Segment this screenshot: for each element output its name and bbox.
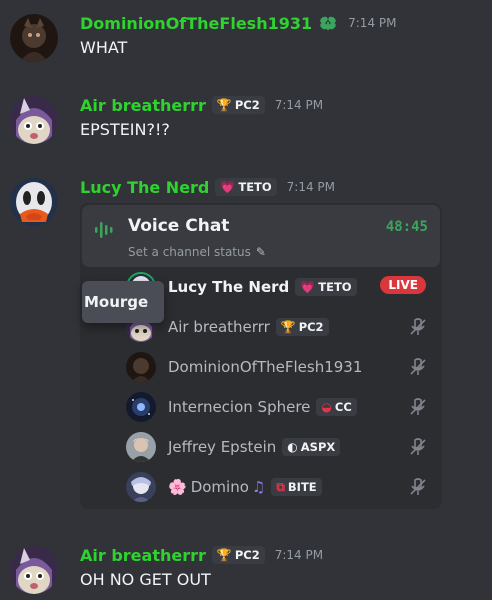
trophy-icon: 🏆: [216, 98, 232, 112]
voice-member[interactable]: Air breatherrr 🏆 PC2: [126, 311, 436, 343]
voice-member[interactable]: DominionOfTheFlesh1931: [126, 351, 436, 383]
member-avatar: [126, 472, 156, 502]
guild-tag-label: ASPX: [300, 440, 336, 454]
member-name: DominionOfTheFlesh1931: [168, 358, 363, 376]
guild-tag-label: TETO: [238, 180, 272, 194]
cherry-blossom-icon: 🌸: [168, 478, 187, 496]
timestamp: 7:14 PM: [348, 16, 397, 30]
timestamp: 7:14 PM: [274, 98, 324, 112]
avatar-dominion[interactable]: [10, 14, 58, 62]
guild-tag[interactable]: 🏆 PC2: [275, 318, 329, 336]
member-tooltip: Mourge: [82, 281, 164, 323]
username[interactable]: Lucy The Nerd: [80, 178, 209, 197]
member-name: Air breatherrr: [168, 318, 270, 336]
username[interactable]: Air breatherrr: [80, 546, 206, 565]
guild-tag-label: PC2: [234, 98, 260, 112]
timestamp: 7:14 PM: [286, 180, 336, 194]
music-notes-icon: ♫: [251, 478, 266, 496]
username[interactable]: Air breatherrr: [80, 96, 206, 115]
member-name: 🌸 Domino ♫: [168, 478, 265, 496]
message-text: OH NO GET OUT: [80, 570, 211, 589]
guild-tag[interactable]: 🏆 PC2: [211, 546, 265, 564]
voice-member[interactable]: Lucy The Nerd 💗 TETO LIVE: [126, 271, 436, 303]
leaf-icon: [318, 13, 338, 33]
voice-member[interactable]: Internecion Sphere ◒ CC: [126, 391, 436, 423]
guild-tag[interactable]: ◐ ASPX: [282, 438, 341, 456]
trophy-icon: 🏆: [216, 548, 232, 562]
member-avatar: [126, 352, 156, 382]
voice-wave-icon: [94, 219, 118, 245]
member-name-text: Domino: [190, 478, 249, 496]
message-text: EPSTEIN?!?: [80, 120, 170, 139]
channel-status-placeholder: Set a channel status: [128, 245, 251, 259]
username[interactable]: DominionOfTheFlesh1931: [80, 14, 312, 33]
guild-tag-label: TETO: [318, 280, 352, 294]
red-ring-icon: ◒: [321, 400, 332, 414]
channel-status[interactable]: Set a channel status ✎: [128, 245, 266, 259]
muted-mic-icon: [408, 477, 428, 501]
avatar-air-breatherrr[interactable]: [10, 96, 58, 144]
avatar-air-breatherrr[interactable]: [10, 546, 58, 594]
live-badge[interactable]: LIVE: [380, 276, 426, 294]
guild-tag[interactable]: 💗 TETO: [295, 278, 357, 296]
guild-tag-label: PC2: [298, 320, 324, 334]
voice-member[interactable]: 🌸 Domino ♫ ⧉ BITE: [126, 471, 436, 503]
pencil-icon[interactable]: ✎: [256, 245, 266, 259]
voice-member[interactable]: Jeffrey Epstein ◐ ASPX: [126, 431, 436, 463]
guild-tag[interactable]: 💗 TETO: [215, 178, 277, 196]
guild-tag[interactable]: ⧉ BITE: [271, 478, 322, 496]
message-text: WHAT: [80, 38, 128, 57]
muted-mic-icon: [408, 317, 428, 341]
heart-icon: 💗: [300, 280, 316, 294]
member-name: Lucy The Nerd: [168, 278, 290, 296]
muted-mic-icon: [408, 397, 428, 421]
avatar-lucy[interactable]: [10, 178, 58, 226]
member-name: Jeffrey Epstein: [168, 438, 277, 456]
voice-chat-header[interactable]: Voice Chat 48:45 Set a channel status ✎: [82, 205, 440, 267]
muted-mic-icon: [408, 437, 428, 461]
guild-tag-label: BITE: [287, 480, 317, 494]
member-avatar: [126, 392, 156, 422]
guild-tag-label: PC2: [234, 548, 260, 562]
guild-tag-label: CC: [334, 400, 352, 414]
guild-tag[interactable]: ◒ CC: [316, 398, 357, 416]
call-timer: 48:45: [385, 219, 428, 235]
muted-mic-icon: [408, 357, 428, 381]
timestamp: 7:14 PM: [274, 548, 324, 562]
heart-icon: 💗: [220, 180, 236, 194]
member-name: Internecion Sphere: [168, 398, 311, 416]
trophy-icon: 🏆: [280, 320, 296, 334]
member-avatar: [126, 432, 156, 462]
moon-icon: ◐: [287, 440, 298, 454]
voice-chat-title: Voice Chat: [128, 216, 230, 236]
guild-tag[interactable]: 🏆 PC2: [211, 96, 265, 114]
robot-icon: ⧉: [276, 479, 285, 494]
voice-chat-card[interactable]: Voice Chat 48:45 Set a channel status ✎ …: [80, 203, 442, 509]
